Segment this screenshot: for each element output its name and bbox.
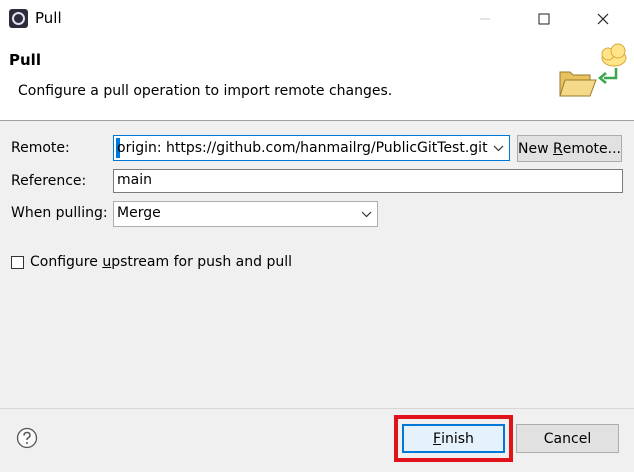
chevron-down-icon[interactable]	[487, 137, 509, 159]
when-pulling-select[interactable]: Merge	[113, 201, 378, 227]
when-pulling-value: Merge	[117, 205, 161, 221]
remote-label: Remote:	[11, 140, 70, 156]
upstream-checkbox-row[interactable]: Configure upstream for push and pull	[11, 254, 292, 270]
minimize-icon[interactable]	[462, 0, 508, 38]
finish-highlight-box	[394, 415, 513, 462]
page-description: Configure a pull operation to import rem…	[18, 83, 393, 99]
new-remote-button[interactable]: New Remote...	[517, 135, 622, 162]
folder-cloud-pull-icon	[559, 43, 627, 97]
close-icon[interactable]	[580, 0, 626, 38]
reference-field[interactable]: main	[113, 169, 623, 193]
help-icon[interactable]	[16, 427, 38, 449]
chevron-down-icon[interactable]	[355, 203, 377, 225]
reference-value: main	[117, 172, 152, 188]
eclipse-icon	[9, 9, 28, 28]
wizard-header: Pull Configure a pull operation to impor…	[0, 38, 634, 121]
page-title: Pull	[9, 51, 41, 69]
maximize-icon[interactable]	[521, 0, 567, 38]
upstream-label: Configure upstream for push and pull	[30, 254, 292, 270]
when-pulling-label: When pulling:	[11, 205, 108, 221]
title-bar: Pull	[0, 0, 634, 39]
upstream-checkbox[interactable]	[11, 255, 24, 269]
remote-value: origin: https://github.com/hanmailrg/Pub…	[117, 140, 488, 156]
cancel-button[interactable]: Cancel	[516, 424, 619, 453]
reference-label: Reference:	[11, 173, 87, 189]
window-title: Pull	[35, 9, 62, 27]
remote-select[interactable]: origin: https://github.com/hanmailrg/Pub…	[113, 135, 510, 161]
footer-separator	[0, 408, 634, 409]
